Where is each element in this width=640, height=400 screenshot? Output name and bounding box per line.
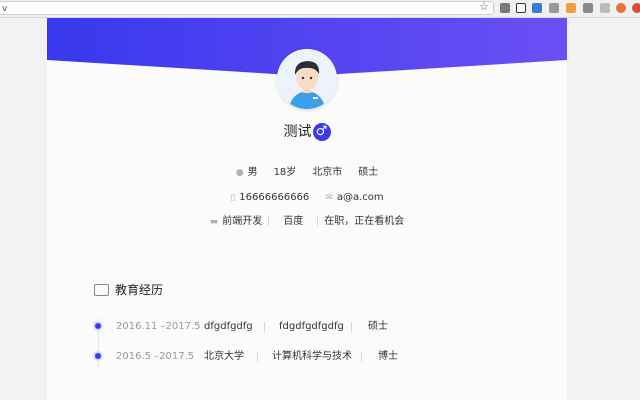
education-school: dfgdfgdfg: [204, 321, 253, 332]
avatar[interactable]: [277, 49, 337, 109]
extension-icon[interactable]: [616, 3, 626, 13]
education-major: fdgdfgdfgdfg: [279, 321, 344, 332]
job-status-text: 在职，正在看机会: [324, 216, 405, 227]
address-text: v: [2, 4, 8, 14]
divider: [264, 322, 265, 332]
male-gender-icon: ♂: [312, 123, 331, 141]
extension-icon[interactable]: [566, 3, 576, 13]
extension-icon[interactable]: [549, 3, 559, 13]
job-row: ▬ 前端开发 百度 在职，正在看机会: [47, 215, 567, 229]
avatar-illustration: [277, 49, 337, 109]
browser-toolbar: v ☆: [0, 0, 640, 18]
education-degree: 硕士: [368, 321, 388, 332]
company-text: 百度: [283, 216, 304, 227]
phone-text: 16666666666: [239, 192, 310, 203]
timeline-dot: [95, 353, 101, 359]
job-title-text: 前端开发: [222, 216, 263, 227]
extension-icon[interactable]: [632, 3, 640, 13]
person-icon: ●: [235, 168, 244, 178]
extension-icon[interactable]: [500, 3, 510, 13]
education-section-title: 教育经历: [94, 282, 163, 298]
age-text: 18岁: [273, 167, 297, 178]
email-icon: ✉: [325, 193, 333, 203]
divider: [351, 322, 352, 332]
extension-icon[interactable]: [583, 3, 593, 13]
profile-name: 测试: [283, 124, 312, 140]
gender-text: 男: [247, 167, 258, 178]
education-date: 2016.11 –2017.5: [116, 321, 201, 332]
divider: [257, 352, 258, 362]
extension-icon[interactable]: [516, 3, 526, 13]
address-bar[interactable]: v: [0, 1, 494, 15]
contact-row: ▯ 16666666666 ✉ a@a.com: [47, 191, 567, 205]
divider: [317, 216, 319, 226]
education-major: 计算机科学与技术: [272, 351, 352, 362]
divider: [268, 216, 270, 226]
education-degree: 博士: [378, 351, 398, 362]
basic-info-row: ● 男 18岁 北京市 硕士: [47, 166, 567, 180]
email-text: a@a.com: [336, 192, 384, 203]
phone-icon: ▯: [230, 193, 236, 203]
briefcase-icon: ▬: [209, 217, 219, 227]
divider: [361, 352, 362, 362]
degree-text: 硕士: [358, 167, 379, 178]
city-text: 北京市: [312, 167, 343, 178]
resume-card: 测试 ♂ ● 男 18岁 北京市 硕士 ▯ 16666666666 ✉ a@a.com ▬ 前端开…: [47, 18, 567, 400]
education-school: 北京大学: [204, 351, 244, 362]
timeline-dot: [95, 323, 101, 329]
bookmark-star-icon[interactable]: ☆: [479, 0, 489, 14]
newspaper-icon: [94, 283, 109, 296]
extension-icon[interactable]: [532, 3, 542, 13]
education-title-text: 教育经历: [115, 283, 164, 297]
education-date: 2016.5 –2017.5: [116, 351, 195, 362]
extension-icon[interactable]: [600, 3, 610, 13]
profile-name-row: 测试 ♂: [47, 122, 567, 142]
